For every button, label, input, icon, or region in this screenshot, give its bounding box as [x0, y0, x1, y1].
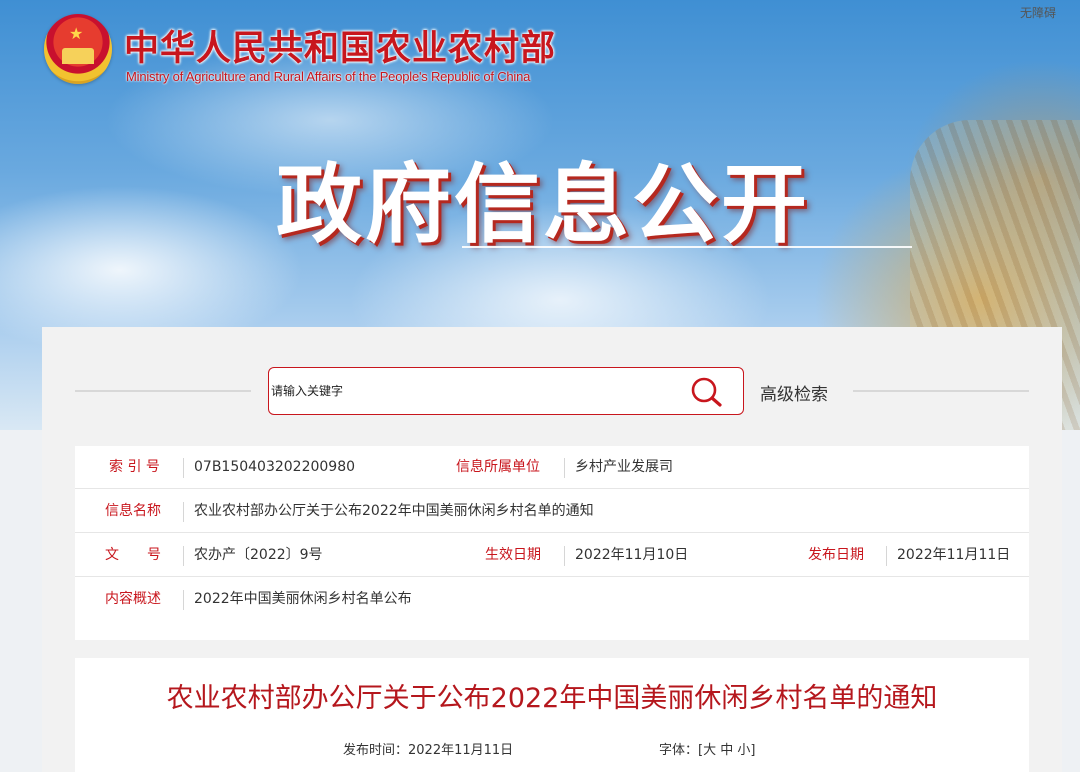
index-value: 07B150403202200980 [194, 459, 356, 475]
info-table: 索 引 号 07B150403202200980 信息所属单位 乡村产业发展司 … [75, 446, 1029, 640]
info-row-name: 信息名称 农业农村部办公厅关于公布2022年中国美丽休闲乡村名单的通知 [75, 490, 1029, 533]
doc-number-label: 文 号 [105, 547, 161, 563]
publish-time: 发布时间：2022年11月11日 [343, 739, 513, 758]
name-value: 农业农村部办公厅关于公布2022年中国美丽休闲乡村名单的通知 [194, 503, 594, 519]
accessibility-link[interactable]: 无障碍 [1020, 4, 1056, 21]
font-large-button[interactable]: 大 [703, 743, 716, 758]
font-medium-button[interactable]: 中 [720, 743, 733, 758]
info-row-doc: 文 号 农办产〔2022〕9号 生效日期 2022年11月10日 发布日期 20… [75, 534, 1029, 577]
summary-value: 2022年中国美丽休闲乡村名单公布 [194, 591, 412, 607]
effective-date-value: 2022年11月10日 [575, 547, 689, 563]
info-row-index: 索 引 号 07B150403202200980 信息所属单位 乡村产业发展司 [75, 446, 1029, 489]
unit-value: 乡村产业发展司 [575, 459, 673, 475]
divider-left [75, 390, 251, 392]
name-label: 信息名称 [105, 503, 161, 519]
info-row-summary: 内容概述 2022年中国美丽休闲乡村名单公布 [75, 578, 1029, 621]
search-button[interactable] [689, 376, 725, 408]
cell-separator [183, 590, 184, 610]
doc-number-value: 农办产〔2022〕9号 [194, 547, 323, 563]
summary-label: 内容概述 [105, 591, 161, 607]
advanced-search-link[interactable]: 高级检索 [760, 380, 828, 405]
star-icon: ★ [69, 24, 84, 43]
cell-separator [886, 546, 887, 566]
cell-separator [183, 502, 184, 522]
search-box [268, 367, 744, 415]
article-title: 农业农村部办公厅关于公布2022年中国美丽休闲乡村名单的通知 [166, 683, 938, 714]
cell-separator [183, 458, 184, 478]
search-input[interactable] [271, 370, 671, 412]
gate-icon [62, 48, 94, 64]
font-bracket-close: ] [750, 743, 756, 758]
font-small-button[interactable]: 小 [737, 743, 750, 758]
search-icon [691, 377, 722, 407]
index-label: 索 引 号 [109, 459, 160, 475]
ministry-name-cn[interactable]: 中华人民共和国农业农村部 [124, 20, 556, 71]
publish-time-value: 2022年11月11日 [408, 743, 514, 758]
cell-separator [564, 546, 565, 566]
publish-time-label: 发布时间： [343, 743, 409, 758]
divider-right [853, 390, 1029, 392]
banner-title: 政府信息公开 [276, 155, 810, 255]
article-panel: 农业农村部办公厅关于公布2022年中国美丽休闲乡村名单的通知 发布时间：2022… [75, 658, 1029, 772]
unit-label: 信息所属单位 [456, 459, 540, 475]
main-panel: 高级检索 索 引 号 07B150403202200980 信息所属单位 乡村产… [42, 327, 1062, 772]
publish-date-value: 2022年11月11日 [897, 547, 1011, 563]
national-emblem-icon: ★ [44, 14, 112, 84]
cell-separator [183, 546, 184, 566]
ministry-name-en: Ministry of Agriculture and Rural Affair… [126, 69, 531, 84]
publish-date-label: 发布日期 [808, 547, 864, 563]
effective-date-label: 生效日期 [485, 547, 541, 563]
search-bar: 高级检索 [42, 327, 1062, 447]
cell-separator [564, 458, 565, 478]
font-size-label: 字体： [659, 743, 699, 758]
banner-divider [462, 246, 912, 248]
font-size-control: 字体：[大 中 小] [659, 739, 756, 758]
